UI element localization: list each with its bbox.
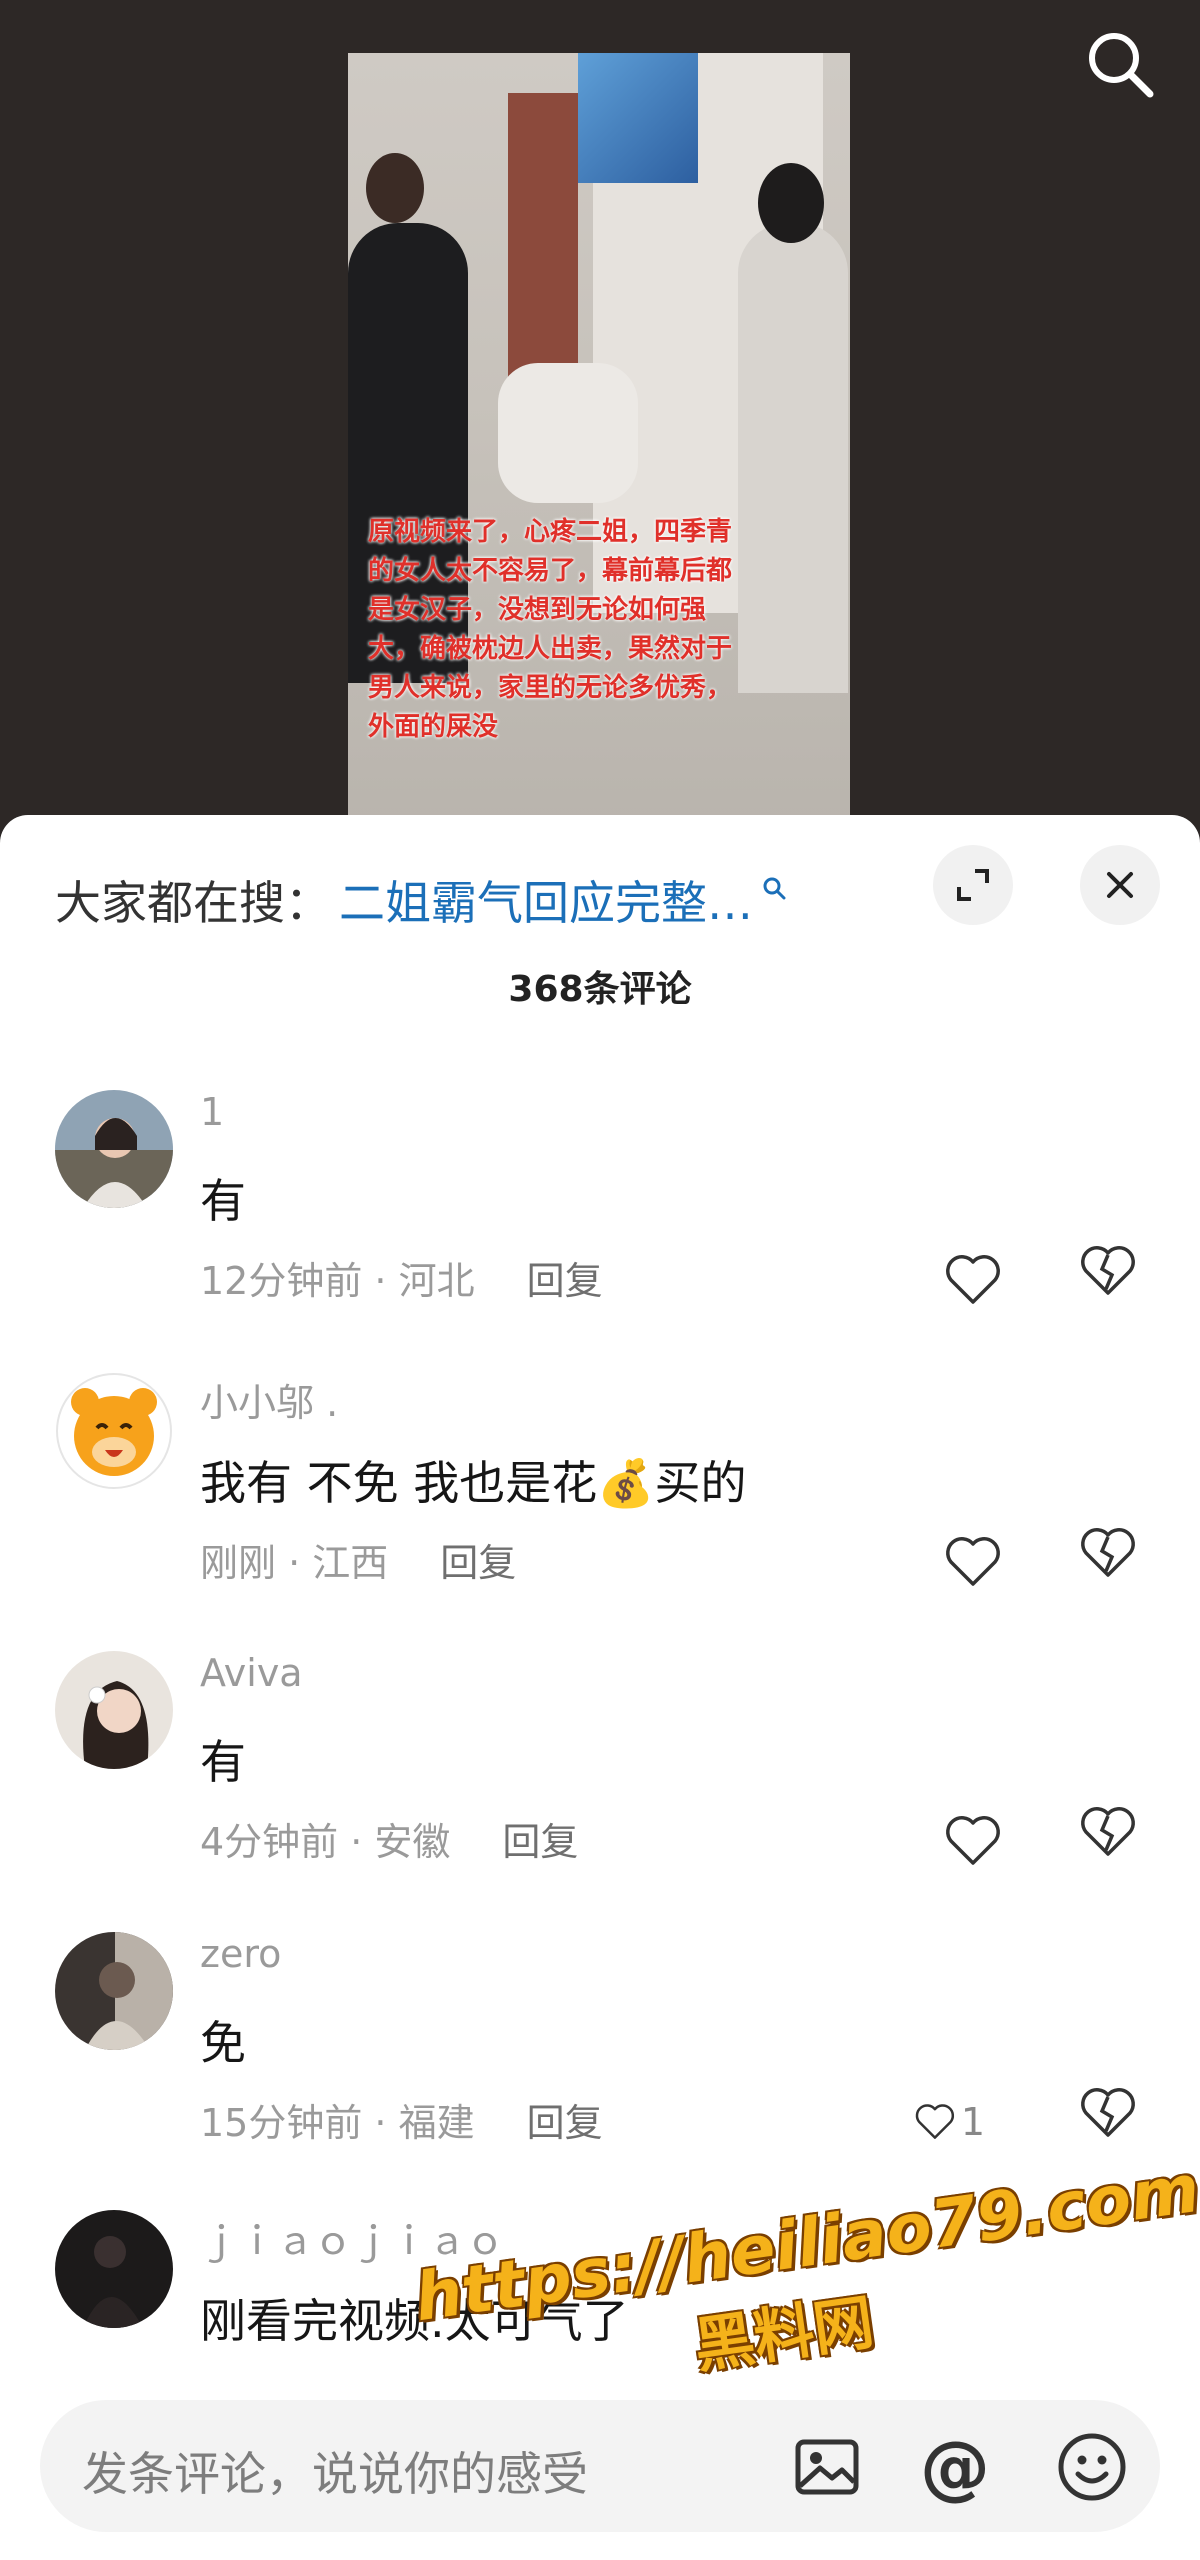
broken-heart-icon (1081, 2088, 1135, 2137)
comment-sheet: 大家都在搜： 二姐霸气回应完整… 368条评论 1 有 12分钟前 · 河北 回… (0, 815, 1200, 2560)
heart-icon (915, 2104, 955, 2139)
image-icon (795, 2439, 859, 2495)
broken-heart-icon (1081, 1246, 1135, 1295)
comment-count: 368条评论 (508, 969, 692, 1010)
comment-text: 免 (200, 2016, 246, 2070)
trending-search-term[interactable]: 二姐霸气回应完整… (339, 867, 753, 933)
comment-meta: 15分钟前 · 福建 回复 (200, 2092, 603, 2147)
comment-author[interactable]: Aviva (200, 1651, 303, 1695)
reply-button[interactable]: 回复 (527, 1250, 603, 1305)
avatar[interactable] (55, 1372, 173, 1490)
comment-meta: 4分钟前 · 安徽 回复 (200, 1811, 578, 1866)
comment-item: 1 有 12分钟前 · 河北 回复 (0, 1090, 1200, 1360)
search-icon (763, 877, 786, 900)
video-scene-bags (498, 363, 638, 503)
dislike-button[interactable] (1080, 1806, 1150, 1876)
comment-meta: 刚刚 · 江西 回复 (200, 1532, 516, 1587)
dislike-button[interactable] (1080, 2087, 1150, 2157)
heart-icon (946, 1816, 1000, 1865)
comment-author[interactable]: 1 (200, 1090, 224, 1134)
comment-item: 小小邬 . 我有 不免 我也是花💰买的 刚刚 · 江西 回复 (0, 1372, 1200, 1642)
close-button[interactable] (1080, 845, 1160, 925)
video-player[interactable]: 原视频来了，心疼二姐，四季青的女人太不容易了，幕前幕后都是女汉子，没想到无论如何… (0, 0, 1200, 830)
reply-button[interactable]: 回复 (440, 1532, 516, 1587)
comment-item: zero 免 15分钟前 · 福建 回复 1 (0, 1932, 1200, 2202)
video-scene-woman-head (758, 163, 824, 243)
close-icon (1107, 872, 1133, 898)
video-scene-man-head (366, 153, 424, 223)
comment-meta: 12分钟前 · 河北 回复 (200, 1250, 603, 1305)
trending-search[interactable]: 大家都在搜： 二姐霸气回应完整… (55, 855, 787, 945)
comment-author[interactable]: zero (200, 1932, 281, 1976)
reply-button[interactable]: 回复 (527, 2092, 603, 2147)
avatar[interactable] (55, 1090, 173, 1208)
comment-author[interactable]: 小小邬 . (200, 1372, 338, 1427)
avatar[interactable] (55, 1932, 173, 2050)
comment-author[interactable]: ｊｉａｏｊｉａｏ (200, 2210, 504, 2265)
dislike-button[interactable] (1080, 1245, 1150, 1315)
like-count: 1 (960, 2100, 985, 2144)
emoji-icon (1058, 2433, 1126, 2501)
like-button[interactable] (945, 1806, 1015, 1876)
comment-text: 我有 不免 我也是花💰买的 (200, 1456, 747, 1510)
comment-text: 有 (200, 1735, 246, 1789)
broken-heart-icon (1081, 1807, 1135, 1856)
broken-heart-icon (1081, 1528, 1135, 1577)
avatar[interactable] (55, 1651, 173, 1769)
comment-time-location: 15分钟前 · 福建 (200, 2101, 475, 2145)
comment-input-bar[interactable]: 发条评论，说说你的感受 @ (40, 2400, 1160, 2532)
comment-text: 有 (200, 1174, 246, 1228)
search-button[interactable] (1080, 24, 1160, 104)
video-scene-screen (578, 53, 698, 183)
comment-time-location: 4分钟前 · 安徽 (200, 1820, 451, 1864)
heart-icon (946, 1255, 1000, 1304)
video-scene-woman (738, 223, 848, 693)
heart-icon (946, 1537, 1000, 1586)
reply-button[interactable]: 回复 (502, 1811, 578, 1866)
dislike-button[interactable] (1080, 1527, 1150, 1597)
like-button[interactable] (945, 1245, 1015, 1315)
emoji-button[interactable] (1055, 2430, 1129, 2504)
video-frame[interactable]: 原视频来了，心疼二姐，四季青的女人太不容易了，幕前幕后都是女汉子，没想到无论如何… (348, 53, 850, 830)
comment-time-location: 刚刚 · 江西 (200, 1541, 389, 1585)
expand-icon (957, 869, 989, 901)
at-icon[interactable]: @ (920, 2426, 990, 2508)
comment-item: Aviva 有 4分钟前 · 安徽 回复 (0, 1651, 1200, 1921)
search-icon (1089, 33, 1154, 98)
like-button[interactable] (945, 1527, 1015, 1597)
comment-text: 刚看完视频.太可气了 (200, 2294, 629, 2348)
video-caption: 原视频来了，心疼二姐，四季青的女人太不容易了，幕前幕后都是女汉子，没想到无论如何… (368, 517, 733, 742)
comment-input[interactable]: 发条评论，说说你的感受 (82, 2438, 588, 2504)
image-button[interactable] (792, 2432, 862, 2502)
like-button[interactable]: 1 (915, 2087, 985, 2157)
expand-button[interactable] (933, 845, 1013, 925)
avatar[interactable] (55, 2210, 173, 2328)
comment-time-location: 12分钟前 · 河北 (200, 1259, 475, 1303)
trending-search-prefix: 大家都在搜： (55, 876, 331, 930)
